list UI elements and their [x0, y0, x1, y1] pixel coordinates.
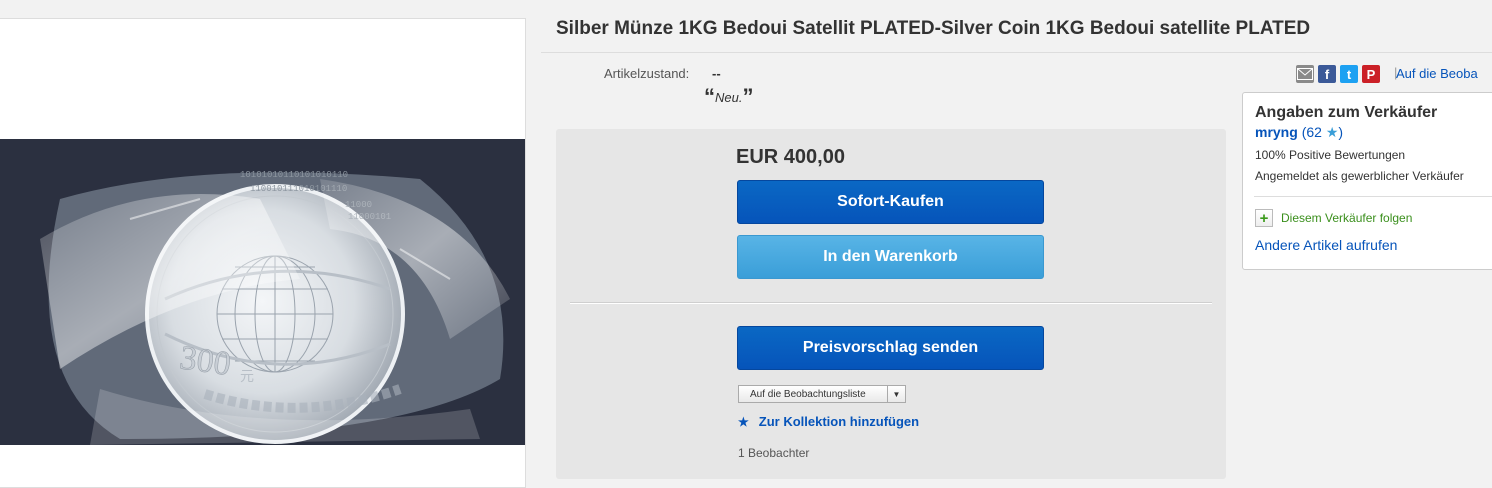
share-icons: f t P — [1296, 65, 1380, 83]
watchers-count: 1 Beobachter — [738, 446, 810, 460]
watchlist-select-label: Auf die Beobachtungsliste — [750, 388, 866, 400]
follow-seller-link[interactable]: + Diesem Verkäufer folgen — [1255, 209, 1412, 227]
feedback-count[interactable]: (62 ★) — [1302, 124, 1343, 140]
star-icon: ★ — [738, 414, 749, 429]
page-title: Silber Münze 1KG Bedoui Satellit PLATED-… — [556, 18, 1311, 39]
add-to-cart-button[interactable]: In den Warenkorb — [737, 235, 1044, 279]
condition-note-text: Neu. — [715, 90, 743, 105]
quote-close: ” — [742, 84, 754, 109]
feedback-close: ) — [1338, 124, 1344, 140]
coin-value-suffix: 元 — [240, 369, 254, 385]
item-photo[interactable]: 10101010110101010110 110010111010101110 … — [0, 139, 525, 445]
email-icon[interactable] — [1296, 65, 1314, 83]
watchlist-select[interactable]: Auf die Beobachtungsliste ▼ — [738, 385, 906, 403]
seller-registered: Angemeldet als gewerblicher Verkäufer — [1255, 169, 1464, 183]
chevron-down-icon[interactable]: ▼ — [887, 386, 905, 402]
condition-note: “Neu.” — [704, 84, 753, 110]
image-panel: 10101010110101010110 110010111010101110 … — [0, 18, 526, 488]
coin-image: 10101010110101010110 110010111010101110 … — [0, 139, 525, 445]
other-items-link[interactable]: Andere Artikel aufrufen — [1255, 237, 1397, 253]
buy-now-button[interactable]: Sofort-Kaufen — [737, 180, 1044, 224]
seller-info: mryng (62 ★) — [1255, 124, 1343, 141]
watch-link-top[interactable]: Auf die Beoba — [1396, 66, 1478, 81]
seller-divider — [1254, 196, 1492, 197]
pinterest-icon[interactable]: P — [1362, 65, 1380, 83]
coin-binary-line: 10101010110101010110 — [240, 170, 348, 180]
facebook-glyph: f — [1324, 66, 1330, 82]
twitter-glyph: t — [1346, 66, 1352, 82]
price: EUR 400,00 — [736, 146, 845, 168]
make-offer-button[interactable]: Preisvorschlag senden — [737, 326, 1044, 370]
coin-value-text: 300 — [177, 339, 233, 383]
add-to-collection-label: Zur Kollektion hinzufügen — [758, 414, 920, 429]
seller-name-link[interactable]: mryng — [1255, 124, 1298, 140]
feedback-score: (62 — [1301, 124, 1322, 140]
facebook-icon[interactable]: f — [1318, 65, 1336, 83]
condition-label: Artikelzustand: — [604, 66, 690, 81]
title-divider — [541, 52, 1492, 53]
seller-heading: Angaben zum Verkäufer — [1255, 104, 1438, 121]
condition-value: -- — [712, 66, 721, 81]
plus-icon: + — [1255, 209, 1273, 227]
seller-positive: 100% Positive Bewertungen — [1255, 148, 1406, 162]
quote-open: “ — [704, 84, 715, 109]
follow-seller-label: Diesem Verkäufer folgen — [1281, 211, 1413, 225]
twitter-icon[interactable]: t — [1340, 65, 1358, 83]
add-to-collection-link[interactable]: ★ Zur Kollektion hinzufügen — [738, 414, 919, 429]
star-icon: ★ — [1325, 124, 1339, 140]
buy-divider — [570, 302, 1212, 304]
pinterest-glyph: P — [1366, 66, 1376, 82]
